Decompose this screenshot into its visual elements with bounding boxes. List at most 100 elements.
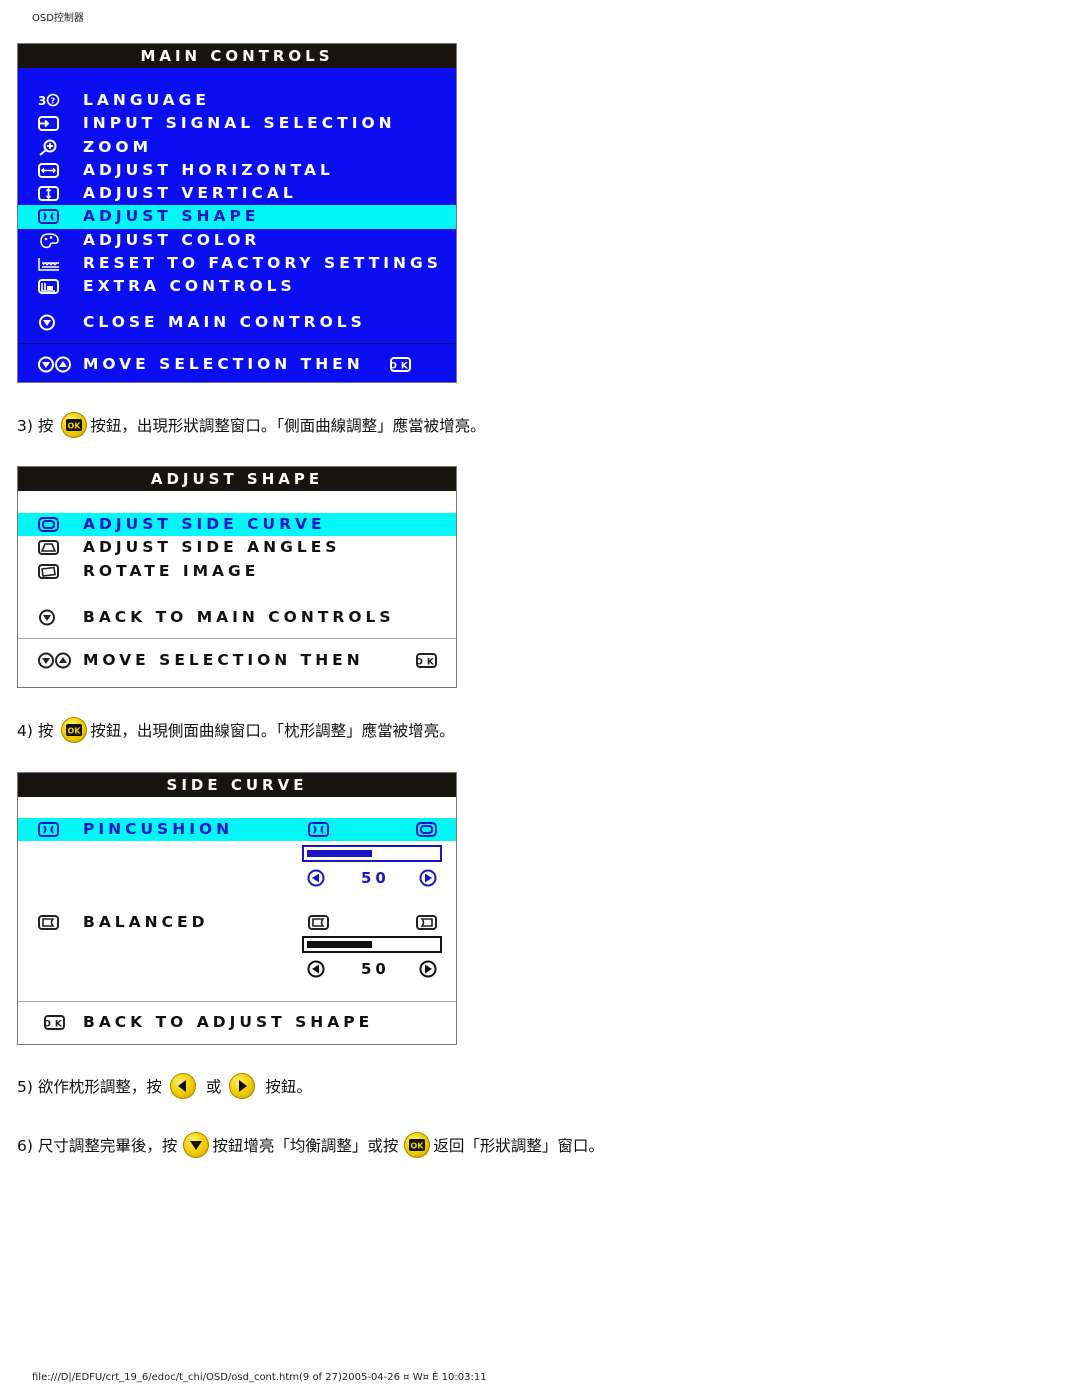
balanced-icon — [38, 914, 60, 931]
main-controls-item-label: ZOOM — [83, 137, 153, 156]
balanced-right-icon — [416, 914, 438, 931]
vertical-arrows-icon — [38, 185, 60, 202]
down-up-circle-icon — [38, 356, 74, 373]
svg-text:OK: OK — [416, 658, 438, 668]
pincushion-item[interactable]: PINCUSHION — [18, 818, 456, 842]
side-curve-panel: SIDE CURVE PINCUSHION 50 BALANCED 50 OK … — [17, 772, 457, 1045]
main-controls-item-label: LANGUAGE — [83, 91, 210, 109]
down-button-icon — [183, 1132, 210, 1158]
pincushion-min-icon — [308, 821, 330, 838]
adjust-shape-panel: ADJUST SHAPE ADJUST SIDE CURVE ADJUST SID… — [17, 466, 457, 688]
back-to-main-controls-item[interactable]: BACK TO MAIN CONTROLS — [18, 606, 456, 629]
step-3-prefix: 3) 按 — [17, 417, 54, 435]
side-curve-icon — [38, 516, 60, 533]
step-5-suffix: 按鈕。 — [265, 1078, 312, 1096]
main-controls-item[interactable]: ADJUST COLOR — [18, 229, 456, 252]
zoom-icon — [38, 139, 60, 156]
adjust-shape-item[interactable]: ADJUST SIDE CURVE — [18, 513, 456, 537]
step-3-text: 按鈕，出現形狀調整窗口。「側面曲線調整」應當被增亮。 — [90, 417, 486, 435]
pincushion-label: PINCUSHION — [83, 820, 234, 838]
right-button-icon — [229, 1073, 256, 1099]
move-selection-label: MOVE SELECTION THEN — [83, 651, 364, 670]
move-selection-label: MOVE SELECTION THEN — [83, 354, 364, 373]
step-6-suffix: 返回「形狀調整」窗口。 — [433, 1137, 604, 1155]
down-circle-icon — [38, 314, 60, 331]
balanced-label: BALANCED — [83, 913, 209, 931]
main-controls-item[interactable]: RESET TO FACTORY SETTINGS — [18, 252, 456, 275]
adjust-shape-item-label: ADJUST SIDE CURVE — [83, 515, 326, 533]
adjust-shape-title: ADJUST SHAPE — [18, 467, 456, 491]
main-controls-item-label: RESET TO FACTORY SETTINGS — [83, 254, 442, 273]
svg-text:OK: OK — [44, 1020, 66, 1030]
main-controls-panel: MAIN CONTROLS 3? LANGUAGE INPUT SIGNAL SEL… — [17, 43, 457, 383]
down-up-circle-icon — [38, 652, 74, 669]
ok-button-icon: OK — [404, 1132, 431, 1158]
ok-icon: OK — [415, 652, 438, 669]
main-controls-item-label: ADJUST COLOR — [83, 230, 261, 249]
pincushion-value: 50 — [361, 869, 390, 887]
pincushion-slider-fill — [307, 850, 372, 857]
ok-icon: OK — [43, 1014, 66, 1031]
left-button-icon — [169, 1073, 196, 1099]
main-controls-item[interactable]: EXTRA CONTROLS — [18, 275, 456, 298]
step-5-prefix: 5) 欲作枕形調整，按 — [17, 1078, 162, 1096]
shape-icon — [38, 208, 60, 225]
back-to-main-controls-label: BACK TO MAIN CONTROLS — [83, 607, 395, 626]
pincushion-icon — [38, 821, 60, 838]
back-to-adjust-shape-label: BACK TO ADJUST SHAPE — [83, 1013, 374, 1031]
adjust-shape-item[interactable]: ADJUST SIDE ANGLES — [18, 536, 456, 559]
main-controls-item-label: EXTRA CONTROLS — [83, 277, 296, 296]
balanced-item[interactable]: BALANCED — [18, 911, 456, 934]
step-3-instruction: 3) 按 OK 按鈕，出現形狀調整窗口。「側面曲線調整」應當被增亮。 — [17, 412, 486, 438]
step-5-or: 或 — [205, 1078, 222, 1096]
ok-button-icon: OK — [61, 717, 88, 743]
main-controls-item[interactable]: ADJUST SHAPE — [18, 205, 456, 229]
step-4-instruction: 4) 按 OK 按鈕，出現側面曲線窗口。「枕形調整」應當被增亮。 — [17, 717, 455, 743]
move-selection-footer: MOVE SELECTION THEN OK — [18, 649, 456, 672]
horizontal-arrows-icon — [38, 162, 60, 179]
balanced-slider-fill — [307, 941, 372, 948]
main-controls-item-label: ADJUST VERTICAL — [83, 184, 297, 203]
page-footer-path: file:///D|/EDFU/crt_19_6/edoc/t_chi/OSD/… — [32, 1372, 487, 1383]
close-main-controls-label: CLOSE MAIN CONTROLS — [83, 312, 366, 331]
rotate-image-icon — [38, 563, 60, 580]
extra-controls-icon — [38, 278, 60, 295]
main-controls-item[interactable]: ADJUST HORIZONTAL — [18, 159, 456, 182]
svg-text:OK: OK — [411, 1142, 425, 1151]
step-5-instruction: 5) 欲作枕形調整，按 或 按鈕。 — [17, 1073, 312, 1099]
palette-icon — [38, 232, 60, 249]
down-circle-icon — [38, 609, 60, 626]
main-controls-item-label: ADJUST HORIZONTAL — [83, 160, 334, 179]
back-to-adjust-shape-item[interactable]: OK BACK TO ADJUST SHAPE — [18, 1011, 456, 1034]
language-icon: 3? — [38, 92, 60, 109]
input-signal-icon — [38, 115, 60, 132]
factory-icon — [38, 255, 60, 272]
adjust-shape-item[interactable]: ROTATE IMAGE — [18, 560, 456, 583]
step-4-text: 按鈕，出現側面曲線窗口。「枕形調整」應當被增亮。 — [90, 722, 455, 740]
main-controls-item[interactable]: ADJUST VERTICAL — [18, 182, 456, 205]
ok-icon: OK — [389, 356, 412, 373]
main-controls-item[interactable]: INPUT SIGNAL SELECTION — [18, 112, 456, 135]
decrease-left-circle-icon[interactable] — [307, 869, 325, 891]
increase-right-circle-icon[interactable] — [419, 869, 437, 891]
increase-right-circle-icon[interactable] — [419, 960, 437, 982]
side-curve-title: SIDE CURVE — [18, 773, 456, 797]
pincushion-slider[interactable] — [302, 845, 442, 862]
main-controls-title: MAIN CONTROLS — [18, 44, 456, 68]
move-selection-footer: MOVE SELECTION THEN OK — [18, 353, 456, 376]
svg-text:OK: OK — [68, 422, 82, 431]
adjust-shape-item-label: ADJUST SIDE ANGLES — [83, 538, 341, 557]
svg-text:OK: OK — [390, 361, 412, 371]
balanced-slider[interactable] — [302, 936, 442, 953]
step-4-prefix: 4) 按 — [17, 722, 54, 740]
decrease-left-circle-icon[interactable] — [307, 960, 325, 982]
main-controls-item[interactable]: ZOOM — [18, 136, 456, 159]
main-controls-item-label: ADJUST SHAPE — [83, 207, 260, 226]
main-controls-item[interactable]: 3? LANGUAGE — [18, 89, 456, 112]
step-6-middle: 按鈕增亮「均衡調整」或按 — [212, 1137, 399, 1155]
ok-button-icon: OK — [61, 412, 88, 438]
close-main-controls-item[interactable]: CLOSE MAIN CONTROLS — [18, 311, 456, 334]
step-6-prefix: 6) 尺寸調整完畢後，按 — [17, 1137, 178, 1155]
barrel-max-icon — [416, 821, 438, 838]
main-controls-item-label: INPUT SIGNAL SELECTION — [83, 114, 396, 133]
